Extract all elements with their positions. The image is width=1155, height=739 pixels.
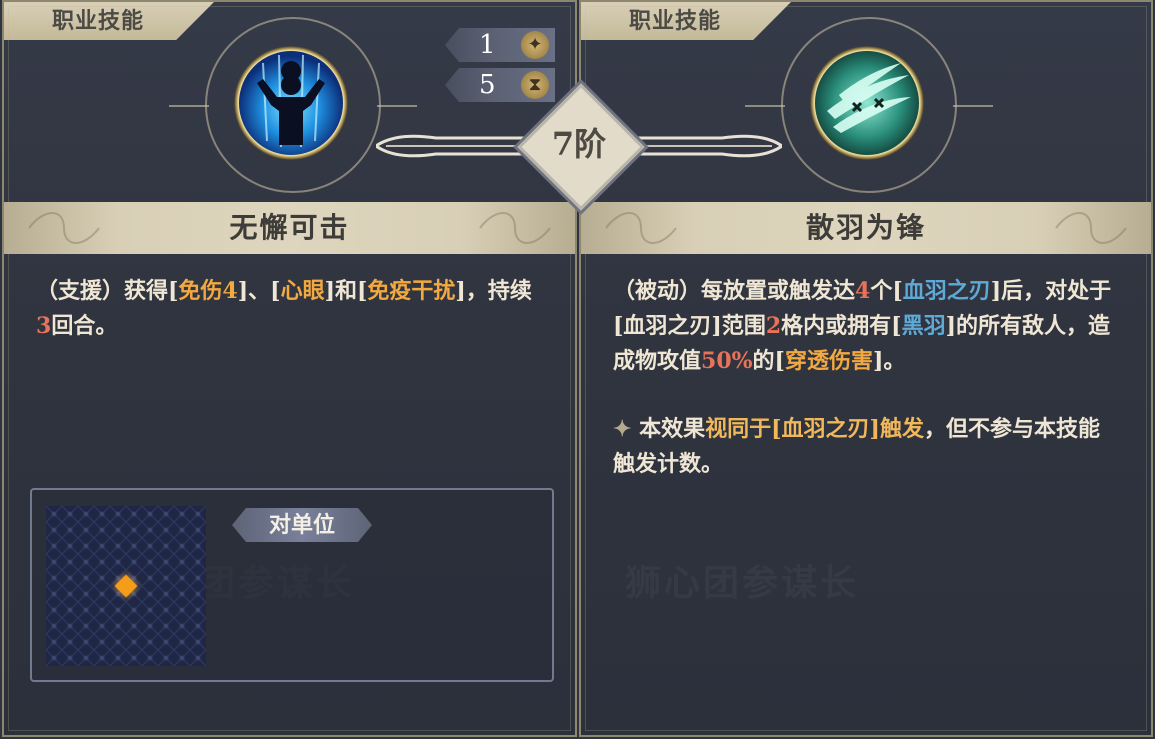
banner-ornament-right: [479, 212, 551, 244]
description-segment: 格内或拥有[: [781, 313, 902, 339]
arms-raised-figure-icon: [239, 51, 343, 155]
star-sparkle-icon: ✦: [521, 31, 549, 59]
description-segment: 血羽之刃: [902, 278, 991, 304]
watermark-text: 狮心团参谋长: [625, 554, 859, 606]
skill-name: 散羽为锋: [805, 211, 926, 244]
cost-value: 1: [479, 30, 496, 60]
feather-blades-icon: [815, 51, 919, 155]
description-segment: 的[: [752, 348, 785, 374]
cooldown-value: 5: [479, 70, 496, 100]
cooldown-indicator: 5 ⧗: [445, 68, 555, 102]
description-segment: 免伤4: [178, 278, 238, 304]
skill-description: （支援）获得[免伤4]、[心眼]和[免疫干扰]，持续 3回合。: [36, 274, 539, 344]
description-segment: 50%: [701, 348, 753, 374]
cost-indicator: 1 ✦: [445, 28, 555, 62]
tier-wing-right: [622, 134, 782, 158]
skill-icon-frame[interactable]: [805, 41, 929, 165]
banner-ornament-right: [1055, 212, 1127, 244]
description-segment: （支援）获得[: [36, 278, 179, 304]
target-type-label: 对单位: [232, 508, 372, 542]
skill-note: ✦ 本效果视同于[血羽之刃]触发，但不参与本技能触发计数。: [613, 412, 1115, 482]
description-segment: 心眼: [280, 278, 325, 304]
description-segment: ]和[: [324, 278, 368, 304]
four-point-star-icon: ✦: [613, 416, 632, 442]
skill-name-banner: 散羽为锋: [581, 202, 1151, 254]
tier-label: 7阶: [551, 125, 607, 163]
description-segment: 视同于[血羽之刃]触发: [705, 416, 924, 442]
range-grid: [46, 506, 206, 666]
description-segment: 个[: [870, 278, 903, 304]
skill-name-banner: 无懈可击: [4, 202, 575, 254]
skill-card-left: 职业技能 1 ✦ 5 ⧗ 无懈可击 （支援）获得[免伤4]、[心眼]和[免疫干扰…: [2, 0, 577, 737]
description-segment: 回合。: [51, 313, 118, 339]
tier-wing-left: [376, 134, 536, 158]
description-segment: 本效果: [639, 416, 706, 442]
description-segment: 3: [36, 313, 52, 339]
description-segment: 2: [765, 313, 782, 339]
skill-card-right: 职业技能 散羽为锋 （被动）每放置或触发达4个[血羽之刃]后，对处于[血羽之刃]…: [579, 0, 1153, 737]
description-segment: ]、[: [237, 278, 281, 304]
description-segment: 免疫干扰: [367, 278, 456, 304]
skill-name: 无懈可击: [229, 211, 350, 244]
hourglass-icon: ⧗: [521, 71, 549, 99]
skill-description: （被动）每放置或触发达4个[血羽之刃]后，对处于[血羽之刃]范围2格内或拥有[黑…: [613, 274, 1115, 379]
target-cell-marker: [114, 574, 138, 598]
description-segment: ]，持续: [455, 278, 532, 304]
description-segment: 黑羽: [901, 313, 946, 339]
skill-category-tab: 职业技能: [581, 2, 791, 40]
target-range-box: 对单位: [30, 488, 554, 682]
description-segment: （被动）每放置或触发达: [613, 278, 856, 304]
description-segment: 4: [855, 278, 871, 304]
skill-category-tab: 职业技能: [4, 2, 214, 40]
banner-ornament-left: [28, 212, 100, 244]
banner-ornament-left: [605, 212, 677, 244]
description-segment: ]。: [872, 348, 906, 374]
description-segment: 穿透伤害: [784, 348, 873, 374]
skill-icon-frame[interactable]: [229, 41, 353, 165]
